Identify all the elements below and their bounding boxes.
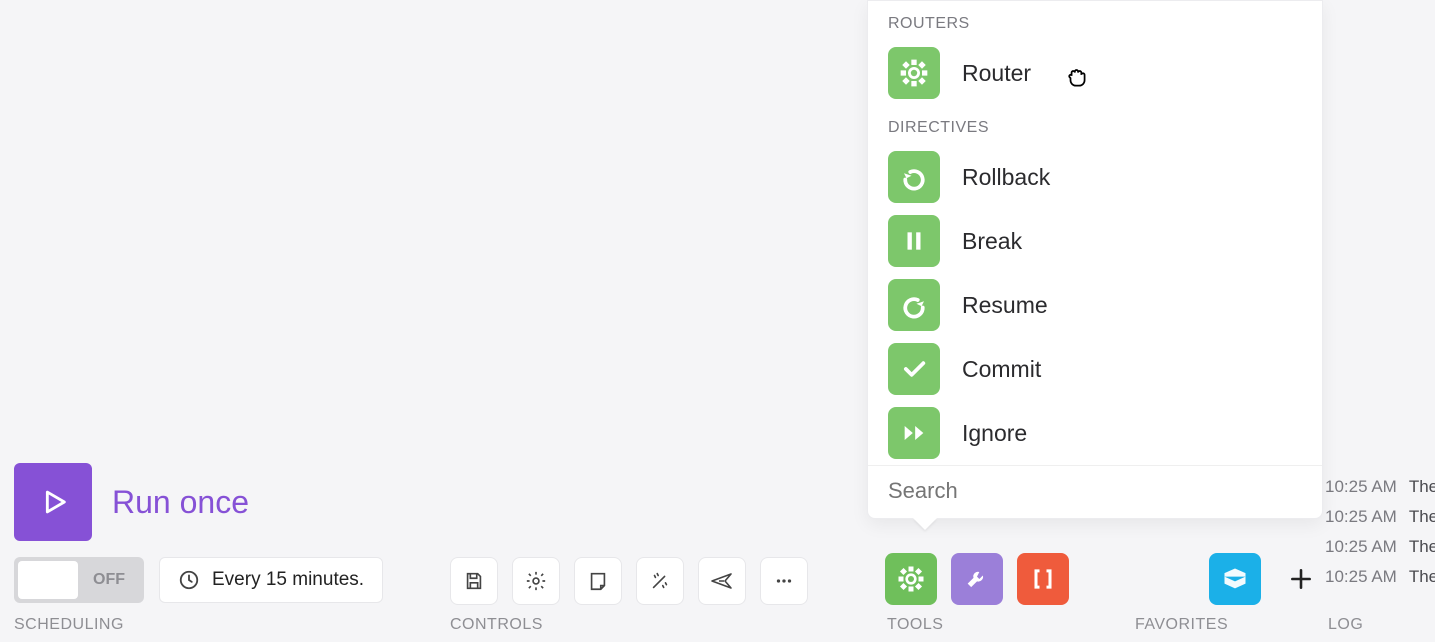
- flow-control-popup: ROUTERS Router DIRECTIVES Rollback Break…: [867, 0, 1323, 519]
- notes-button[interactable]: [574, 557, 622, 605]
- log-list: 10:25 AM The 10:25 AM The 10:25 AM The 10:2…: [1325, 477, 1435, 587]
- popup-pointer: [913, 518, 937, 530]
- log-message: The: [1409, 567, 1435, 587]
- run-once-block: Run once: [14, 463, 249, 541]
- run-once-label: Run once: [112, 484, 249, 521]
- gear-solid-icon: [898, 57, 930, 89]
- wrench-icon: [963, 565, 991, 593]
- popup-group-routers: ROUTERS: [868, 9, 1322, 41]
- scheduling-toggle[interactable]: OFF: [14, 557, 144, 603]
- note-icon: [587, 570, 609, 592]
- pause-icon: [901, 228, 927, 254]
- undo-icon: [899, 162, 929, 192]
- section-label-favorites: FAVORITES: [1135, 616, 1228, 634]
- popup-item-label: Break: [962, 228, 1022, 255]
- popup-item-break[interactable]: Break: [868, 209, 1322, 273]
- auto-align-button[interactable]: [636, 557, 684, 605]
- ellipsis-icon: [773, 570, 795, 592]
- plus-icon: [1288, 566, 1314, 592]
- controls-row: [450, 557, 808, 605]
- save-icon: [463, 570, 485, 592]
- popup-search: [868, 465, 1322, 518]
- settings-button[interactable]: [512, 557, 560, 605]
- log-message: The: [1409, 507, 1435, 527]
- popup-group-directives: DIRECTIVES: [868, 105, 1322, 145]
- more-button[interactable]: [760, 557, 808, 605]
- favorite-app-button[interactable]: [1209, 553, 1261, 605]
- section-label-controls: CONTROLS: [450, 616, 543, 634]
- schedule-interval-chip[interactable]: Every 15 minutes.: [159, 557, 383, 603]
- popup-item-label: Rollback: [962, 164, 1050, 191]
- log-message: The: [1409, 477, 1435, 497]
- section-label-tools: TOOLS: [887, 616, 943, 634]
- clock-icon: [178, 569, 200, 591]
- popup-search-input[interactable]: [888, 478, 1302, 504]
- popup-item-label: Ignore: [962, 420, 1027, 447]
- scenario-canvas[interactable]: Run once OFF Every 15 minutes.: [0, 0, 1435, 642]
- wand-icon: [649, 570, 671, 592]
- log-time: 10:25 AM: [1325, 477, 1397, 497]
- popup-item-rollback[interactable]: Rollback: [868, 145, 1322, 209]
- popup-item-label: Commit: [962, 356, 1041, 383]
- play-icon: [36, 485, 70, 519]
- toggle-state-label: OFF: [78, 571, 140, 589]
- log-entry[interactable]: 10:25 AM The: [1325, 537, 1435, 557]
- popup-item-commit[interactable]: Commit: [868, 337, 1322, 401]
- schedule-interval-label: Every 15 minutes.: [212, 569, 364, 591]
- gear-solid-icon: [896, 564, 926, 594]
- log-entry[interactable]: 10:25 AM The: [1325, 567, 1435, 587]
- flow-control-tool-button[interactable]: [885, 553, 937, 605]
- fast-forward-icon: [900, 419, 928, 447]
- popup-item-resume[interactable]: Resume: [868, 273, 1322, 337]
- log-entry[interactable]: 10:25 AM The: [1325, 507, 1435, 527]
- check-icon: [900, 355, 928, 383]
- save-button[interactable]: [450, 557, 498, 605]
- box-icon: [1221, 565, 1249, 593]
- log-time: 10:25 AM: [1325, 567, 1397, 587]
- log-time: 10:25 AM: [1325, 507, 1397, 527]
- scheduling-row: OFF Every 15 minutes.: [14, 557, 383, 603]
- log-time: 10:25 AM: [1325, 537, 1397, 557]
- log-message: The: [1409, 537, 1435, 557]
- popup-item-label: Resume: [962, 292, 1048, 319]
- tools-row: [885, 553, 1327, 605]
- popup-item-router[interactable]: Router: [868, 41, 1322, 105]
- run-once-button[interactable]: [14, 463, 92, 541]
- log-entry[interactable]: 10:25 AM The: [1325, 477, 1435, 497]
- toggle-knob: [18, 561, 78, 599]
- text-parser-tool-button[interactable]: [1017, 553, 1069, 605]
- popup-item-ignore[interactable]: Ignore: [868, 401, 1322, 465]
- gear-icon: [525, 570, 547, 592]
- section-label-scheduling: SCHEDULING: [14, 616, 124, 634]
- explain-flow-button[interactable]: [698, 557, 746, 605]
- section-label-log: LOG: [1328, 616, 1363, 634]
- airplane-icon: [710, 569, 734, 593]
- popup-item-label: Router: [962, 60, 1031, 87]
- tools-tool-button[interactable]: [951, 553, 1003, 605]
- redo-icon: [899, 290, 929, 320]
- brackets-icon: [1029, 565, 1057, 593]
- add-favorite-button[interactable]: [1275, 553, 1327, 605]
